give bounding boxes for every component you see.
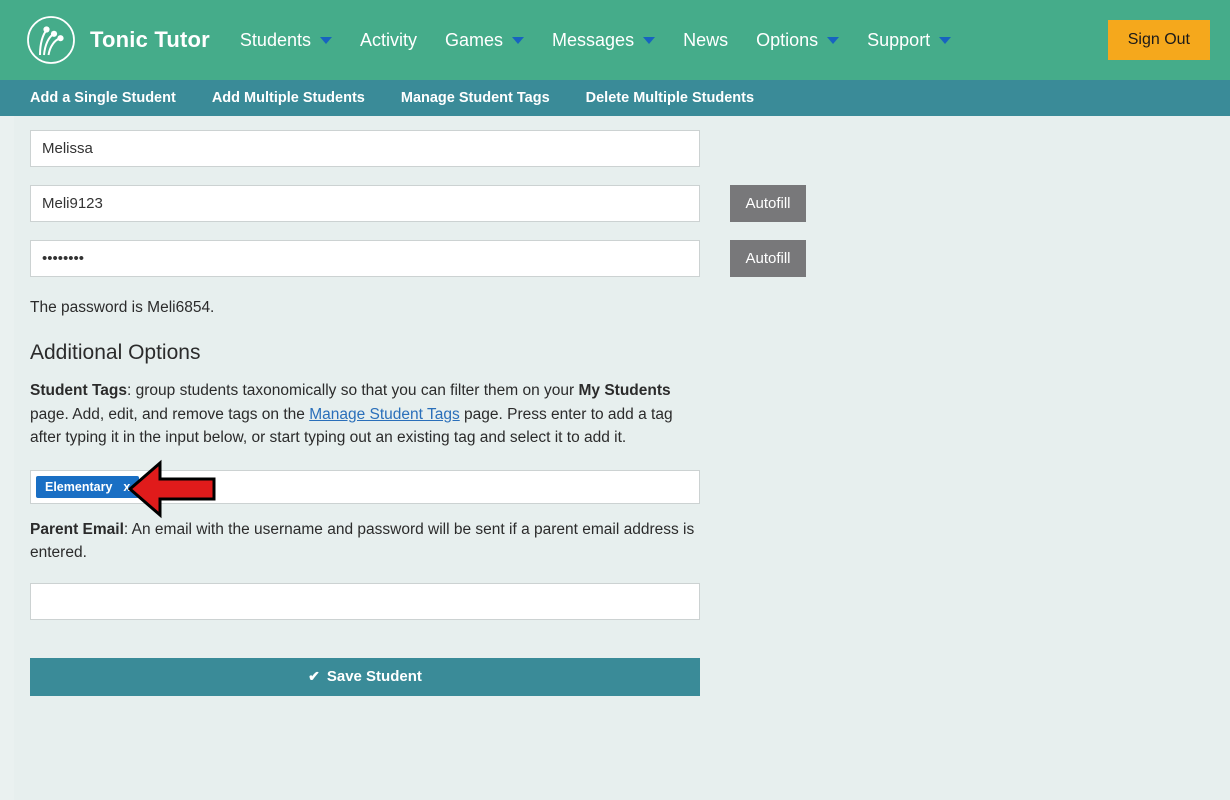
nav-item-students[interactable]: Students xyxy=(240,30,332,51)
autofill-username-button[interactable]: Autofill xyxy=(730,185,806,222)
parent-email-row xyxy=(30,582,1230,620)
nav-label: Support xyxy=(867,29,931,50)
username-input[interactable] xyxy=(30,185,700,222)
top-header: Tonic Tutor Students Activity Games Mess… xyxy=(0,0,1230,80)
page-body: Autofill Autofill The password is Meli68… xyxy=(0,116,1230,800)
additional-options-heading: Additional Options xyxy=(30,341,201,364)
password-row: Autofill xyxy=(30,240,1230,277)
nav-label: Games xyxy=(445,29,504,50)
autofill-password-button[interactable]: Autofill xyxy=(730,240,806,277)
chevron-down-icon xyxy=(512,36,525,44)
tonic-tutor-circle-logo-icon[interactable] xyxy=(26,15,76,65)
subnav-item-add-a-single-student[interactable]: Add a Single Student xyxy=(30,90,176,106)
nav-item-messages[interactable]: Messages xyxy=(552,29,656,51)
my-students-label: My Students xyxy=(578,382,671,399)
chevron-down-icon xyxy=(827,36,840,44)
chevron-down-icon xyxy=(939,36,952,44)
student-tags-label: Student Tags xyxy=(30,382,128,399)
nav-label: Students xyxy=(239,29,311,50)
parent-email-label: Parent Email xyxy=(30,520,124,538)
check-icon: ✔ xyxy=(308,668,320,685)
student-tags-text-1: : group students taxonomically so that y… xyxy=(127,382,579,399)
save-student-button[interactable]: ✔ Save Student xyxy=(30,657,700,696)
username-row: Autofill xyxy=(30,185,1230,222)
sign-out-button[interactable]: Sign Out xyxy=(1107,20,1210,60)
manage-student-tags-link[interactable]: Manage Student Tags xyxy=(309,406,460,423)
nav-label: Options xyxy=(756,29,819,50)
nav-item-support[interactable]: Support xyxy=(867,29,952,51)
subnav-item-add-multiple-students[interactable]: Add Multiple Students xyxy=(212,90,365,106)
tag-chip-label: Elementary xyxy=(45,479,113,494)
parent-email-description: Parent Email: An email with the username… xyxy=(30,518,702,565)
subnav-item-delete-multiple-students[interactable]: Delete Multiple Students xyxy=(586,90,754,106)
sub-navigation: Add a Single Student Add Multiple Studen… xyxy=(0,80,1230,116)
main-navigation: Students Activity Games Messages News Op… xyxy=(240,30,1108,51)
red-left-arrow-annotation-icon xyxy=(126,459,226,519)
nav-label: News xyxy=(683,29,729,50)
nav-item-options[interactable]: Options xyxy=(756,29,840,51)
nav-item-activity[interactable]: Activity xyxy=(360,30,417,51)
nav-item-games[interactable]: Games xyxy=(445,29,525,51)
password-input[interactable] xyxy=(30,240,700,277)
student-name-input[interactable] xyxy=(30,130,700,167)
nav-label: Messages xyxy=(552,29,635,50)
chevron-down-icon xyxy=(643,36,656,44)
chevron-down-icon xyxy=(319,36,332,44)
save-student-label: Save Student xyxy=(326,668,422,686)
add-student-form: Autofill Autofill The password is Meli68… xyxy=(0,116,1230,696)
parent-email-text: : An email with the username and passwor… xyxy=(30,520,695,562)
password-note: The password is Meli6854. xyxy=(30,299,215,316)
student-name-row xyxy=(30,130,1230,167)
nav-label: Activity xyxy=(359,29,417,50)
subnav-item-manage-student-tags[interactable]: Manage Student Tags xyxy=(401,90,550,106)
brand-title[interactable]: Tonic Tutor xyxy=(90,27,210,53)
student-tags-input[interactable]: Elementary x xyxy=(30,459,700,518)
tag-chip-elementary[interactable]: Elementary x xyxy=(36,475,140,498)
student-tags-description: Student Tags: group students taxonomical… xyxy=(30,379,702,450)
tag-remove-icon[interactable]: x xyxy=(123,480,130,494)
nav-item-news[interactable]: News xyxy=(683,30,728,51)
student-tags-text-3: page. Add, edit, and remove tags on the xyxy=(30,405,310,423)
parent-email-input[interactable] xyxy=(30,582,700,620)
